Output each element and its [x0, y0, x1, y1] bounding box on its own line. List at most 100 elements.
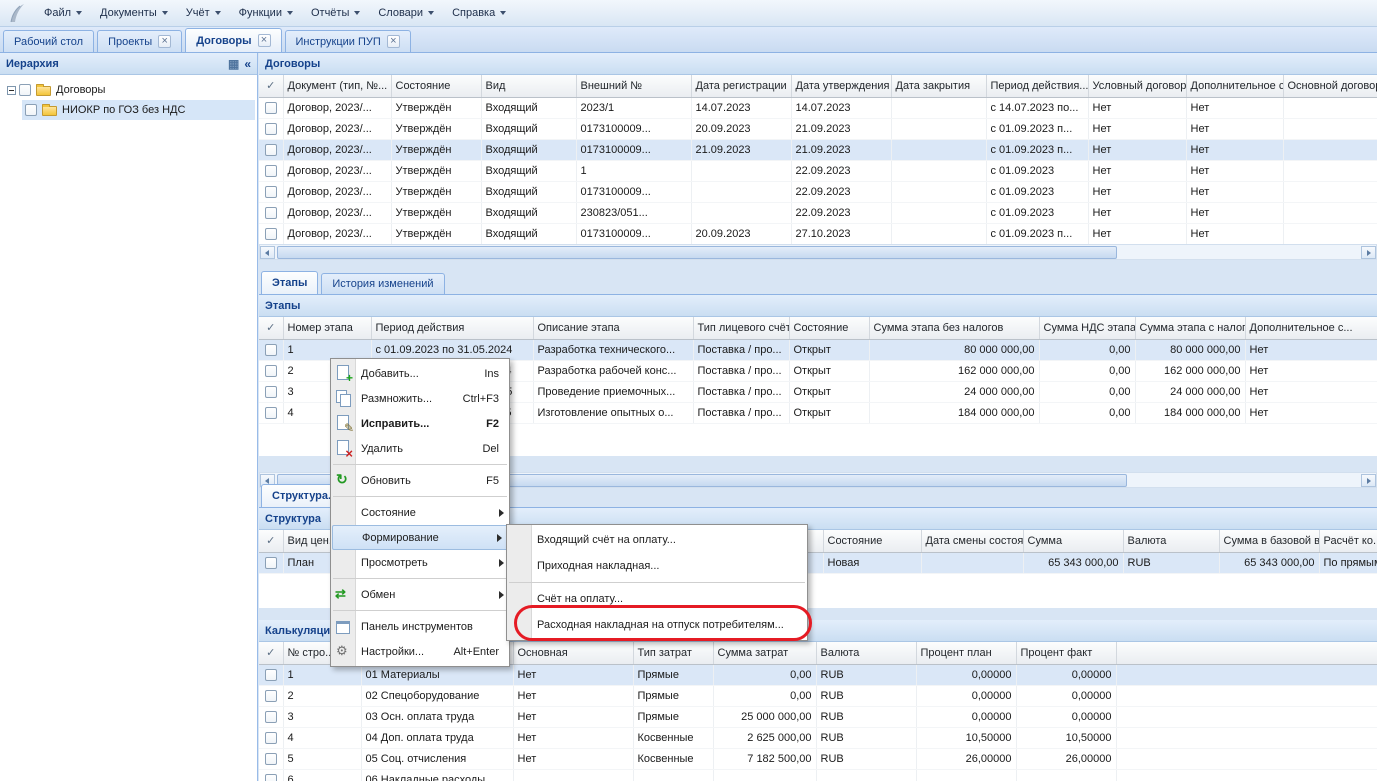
row-checkbox[interactable]	[265, 207, 277, 219]
row-checkbox[interactable]	[265, 228, 277, 240]
tab-contracts[interactable]: Договоры×	[185, 28, 281, 52]
table-row[interactable]: 1 01 Материалы Нет Прямые 0,00 RUB 0,000…	[259, 664, 1377, 685]
menu-functions[interactable]: Функции	[231, 3, 301, 23]
close-icon[interactable]: ×	[258, 34, 271, 47]
column-header[interactable]: Дата закрытия	[891, 75, 986, 97]
column-header[interactable]: Описание этапа	[533, 317, 693, 339]
tab-projects[interactable]: Проекты×	[97, 30, 182, 52]
row-checkbox[interactable]	[265, 711, 277, 723]
menu-item-settings[interactable]: Настройки... Alt+Enter	[331, 639, 509, 664]
check-column-header[interactable]: ✓	[259, 530, 283, 552]
table-row[interactable]: Договор, 2023/... Утверждён Входящий 230…	[259, 202, 1377, 223]
menu-reports[interactable]: Отчёты	[303, 3, 368, 23]
menu-file[interactable]: Файл	[36, 3, 90, 23]
column-header[interactable]: Основная	[513, 642, 633, 664]
menu-item-state[interactable]: Состояние	[331, 500, 509, 525]
tree-node-root[interactable]: Договоры	[2, 80, 255, 100]
column-header[interactable]: Валюта	[816, 642, 916, 664]
row-checkbox[interactable]	[265, 186, 277, 198]
column-header[interactable]: Сумма НДС этапа	[1039, 317, 1135, 339]
column-header[interactable]: Основной договор	[1283, 75, 1377, 97]
row-checkbox[interactable]	[265, 753, 277, 765]
column-header[interactable]: Тип лицевого счёт	[693, 317, 789, 339]
menu-documents[interactable]: Документы	[92, 3, 176, 23]
column-header[interactable]: Номер этапа	[283, 317, 371, 339]
column-header[interactable]: Сумма этапа с налогами	[1135, 317, 1245, 339]
table-row[interactable]: 1 с 01.09.2023 по 31.05.2024 Разработка …	[259, 339, 1377, 360]
submenu-item-receipt-note[interactable]: Приходная накладная...	[507, 553, 807, 579]
row-checkbox[interactable]	[265, 732, 277, 744]
menu-item-formation[interactable]: Формирование	[332, 525, 508, 550]
column-header[interactable]: Тип затрат	[633, 642, 713, 664]
row-checkbox[interactable]	[265, 557, 277, 569]
table-row[interactable]: 4 04 Доп. оплата труда Нет Косвенные 2 6…	[259, 727, 1377, 748]
table-row[interactable]: Договор, 2023/... Утверждён Входящий 017…	[259, 181, 1377, 202]
menu-item-duplicate[interactable]: Размножить... Ctrl+F3	[331, 386, 509, 411]
table-row[interactable]: 3 03 Осн. оплата труда Нет Прямые 25 000…	[259, 706, 1377, 727]
column-header[interactable]: Сумма в базовой в	[1219, 530, 1319, 552]
row-checkbox[interactable]	[265, 774, 277, 781]
scroll-right-icon[interactable]	[1361, 246, 1376, 259]
column-header[interactable]: Дополнительное с...	[1245, 317, 1377, 339]
menu-help[interactable]: Справка	[444, 3, 514, 23]
table-row[interactable]: 5 05 Соц. отчисления Нет Косвенные 7 182…	[259, 748, 1377, 769]
table-row[interactable]: 6 06 Накладные расходы	[259, 769, 1377, 781]
columns-icon[interactable]: ▦	[228, 58, 239, 70]
submenu-item-incoming-invoice[interactable]: Входящий счёт на оплату...	[507, 527, 807, 553]
menu-item-exchange[interactable]: Обмен	[331, 582, 509, 607]
scrollbar-thumb[interactable]	[277, 246, 1117, 259]
tree-node-child[interactable]: НИОКР по ГОЗ без НДС	[22, 100, 255, 120]
column-header[interactable]: Вид	[481, 75, 576, 97]
column-header[interactable]: Сумма	[1023, 530, 1123, 552]
check-column-header[interactable]: ✓	[259, 317, 283, 339]
column-header[interactable]: Состояние	[789, 317, 869, 339]
column-header[interactable]: Состояние	[823, 530, 921, 552]
menu-item-view[interactable]: Просмотреть	[331, 550, 509, 575]
table-row[interactable]: Договор, 2023/... Утверждён Входящий 017…	[259, 139, 1377, 160]
table-row[interactable]: Договор, 2023/... Утверждён Входящий 017…	[259, 223, 1377, 244]
menu-item-toolbar-panel[interactable]: Панель инструментов	[331, 614, 509, 639]
row-checkbox[interactable]	[265, 669, 277, 681]
row-checkbox[interactable]	[265, 344, 277, 356]
menu-item-refresh[interactable]: Обновить F5	[331, 468, 509, 493]
tab-history[interactable]: История изменений	[321, 273, 444, 294]
submenu-item-expense-note[interactable]: Расходная накладная на отпуск потребител…	[507, 612, 807, 638]
table-row[interactable]: Договор, 2023/... Утверждён Входящий 017…	[259, 118, 1377, 139]
table-row[interactable]: Договор, 2023/... Утверждён Входящий 1 2…	[259, 160, 1377, 181]
column-header[interactable]: Сумма затрат	[713, 642, 816, 664]
menu-item-delete[interactable]: Удалить Del	[331, 436, 509, 461]
tab-desktop[interactable]: Рабочий стол	[3, 30, 94, 52]
menu-item-add[interactable]: Добавить... Ins	[331, 361, 509, 386]
row-checkbox[interactable]	[265, 144, 277, 156]
column-header[interactable]: Период действия	[371, 317, 533, 339]
row-checkbox[interactable]	[265, 690, 277, 702]
row-checkbox[interactable]	[265, 386, 277, 398]
submenu-item-invoice[interactable]: Счёт на оплату...	[507, 586, 807, 612]
column-header[interactable]: Валюта	[1123, 530, 1219, 552]
column-header[interactable]: Процент план	[916, 642, 1016, 664]
column-header[interactable]: Сумма этапа без налогов	[869, 317, 1039, 339]
check-column-header[interactable]: ✓	[259, 75, 283, 97]
row-checkbox[interactable]	[265, 123, 277, 135]
tab-instructions[interactable]: Инструкции ПУП×	[285, 30, 411, 52]
column-header[interactable]: Расчёт ко...	[1319, 530, 1377, 552]
table-row[interactable]: 2 02 Спецоборудование Нет Прямые 0,00 RU…	[259, 685, 1377, 706]
row-checkbox[interactable]	[265, 407, 277, 419]
collapse-node-icon[interactable]	[7, 86, 16, 95]
column-header[interactable]: Процент факт	[1016, 642, 1116, 664]
column-header[interactable]: Условный договор	[1088, 75, 1186, 97]
column-header[interactable]: Дополнительное с...	[1186, 75, 1283, 97]
menu-item-edit[interactable]: Исправить... F2	[331, 411, 509, 436]
column-header[interactable]: Документ (тип, №...	[283, 75, 391, 97]
column-header[interactable]: Дата утверждения	[791, 75, 891, 97]
collapse-panel-icon[interactable]: «	[244, 58, 251, 70]
menu-accounting[interactable]: Учёт	[178, 3, 229, 23]
menu-dictionaries[interactable]: Словари	[370, 3, 442, 23]
column-header[interactable]: Состояние	[391, 75, 481, 97]
column-header[interactable]: Период действия...	[986, 75, 1088, 97]
row-checkbox[interactable]	[265, 165, 277, 177]
close-icon[interactable]: ×	[387, 35, 400, 48]
row-checkbox[interactable]	[265, 365, 277, 377]
tab-stages[interactable]: Этапы	[261, 271, 318, 294]
node-checkbox[interactable]	[19, 84, 31, 96]
